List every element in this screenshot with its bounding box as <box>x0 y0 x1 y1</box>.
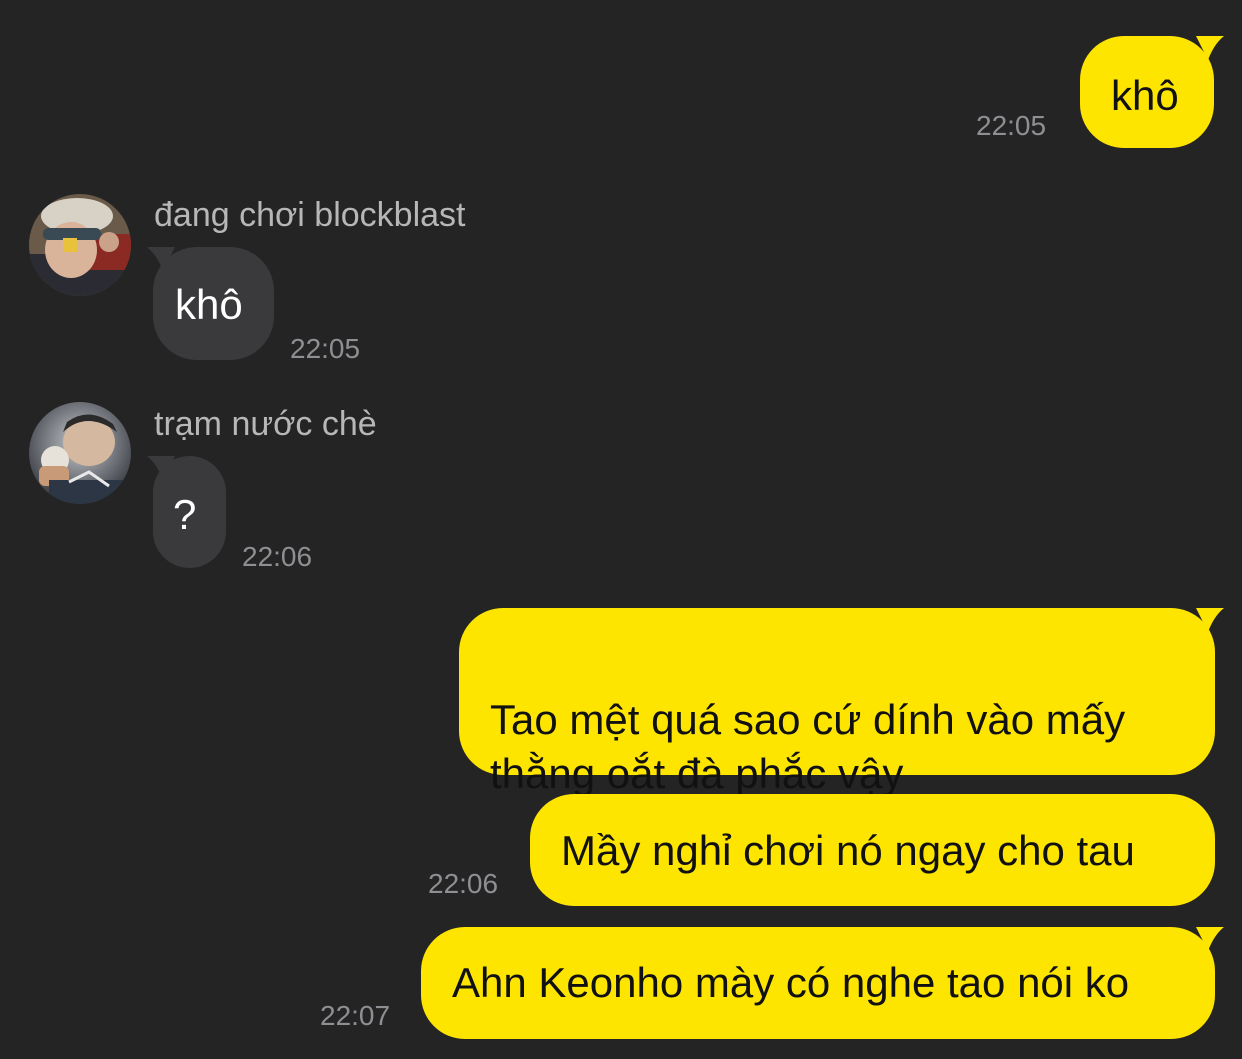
message-text: khô <box>1111 72 1179 119</box>
message-text: khô <box>175 281 243 328</box>
message-timestamp: 22:06 <box>428 868 499 899</box>
bubble-tail <box>1196 608 1224 632</box>
outgoing-message-bubble[interactable]: Ahn Keonho mày có nghe tao nói ko <box>421 927 1215 1039</box>
message-timestamp: 22:05 <box>290 333 361 364</box>
bubble-tail <box>1196 36 1224 60</box>
incoming-message-bubble[interactable]: khô <box>153 247 274 360</box>
message-text: ? <box>173 491 197 538</box>
outgoing-message-bubble[interactable]: Tao mệt quá sao cứ dính vào mấy thằng oắ… <box>459 608 1215 797</box>
message-text: Mầy nghỉ chơi nó ngay cho tau <box>561 827 1135 874</box>
message-text: Tao mệt quá sao cứ dính vào mấy thằng oắ… <box>490 696 1126 797</box>
message-text: Ahn Keonho mày có nghe tao nói ko <box>452 959 1130 1006</box>
outgoing-message-bubble[interactable]: khô <box>1080 36 1214 148</box>
outgoing-message-bubble[interactable]: Mầy nghỉ chơi nó ngay cho tau <box>530 794 1215 906</box>
message-timestamp: 22:07 <box>320 1000 391 1031</box>
incoming-message-bubble[interactable]: ? <box>153 456 226 568</box>
sender-name: đang chơi blockblast <box>154 196 466 234</box>
avatar[interactable] <box>29 194 131 296</box>
message-timestamp: 22:06 <box>242 541 313 572</box>
avatar[interactable] <box>29 402 131 504</box>
bubble-tail <box>1196 927 1224 951</box>
sender-name: trạm nước chè <box>154 405 377 443</box>
message-timestamp: 22:05 <box>976 110 1047 141</box>
